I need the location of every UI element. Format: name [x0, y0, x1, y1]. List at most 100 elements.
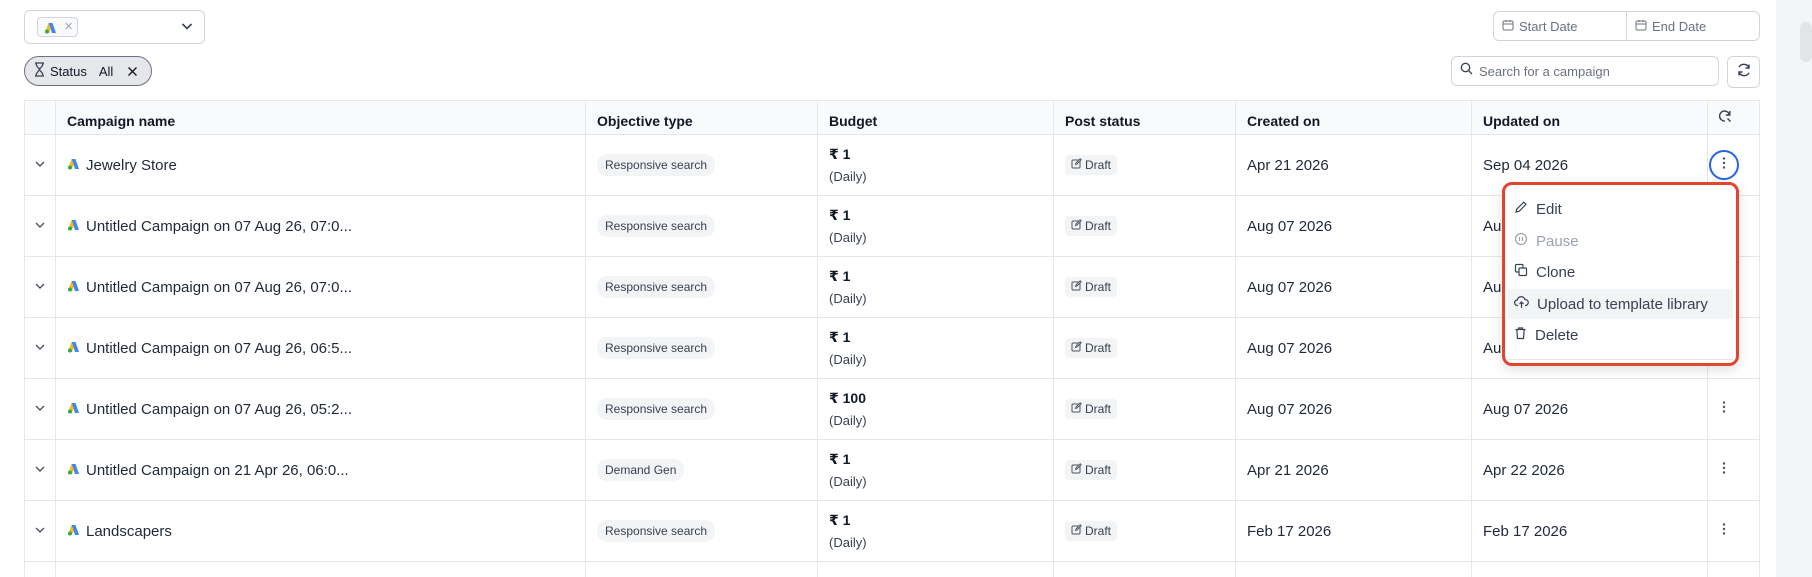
search-icon	[1460, 62, 1473, 80]
platform-chip-google-ads: ✕	[37, 17, 78, 37]
post-status-cell: Draft	[1053, 379, 1235, 439]
chevron-down-icon[interactable]	[33, 462, 47, 481]
search-input[interactable]	[1479, 63, 1709, 79]
status-filter-label: Status	[50, 63, 87, 79]
campaign-name-cell[interactable]: Untitled Campaign on 21 Apr 26, 06:0...	[55, 440, 585, 500]
page-scrollbar[interactable]	[1800, 22, 1812, 62]
table-row[interactable]: Untitled Campaign on 07 Aug 26, 05:2... R…	[25, 379, 1759, 440]
objective-type-cell: Responsive search	[585, 196, 817, 256]
campaign-name-cell[interactable]: Jewelry Store	[55, 135, 585, 195]
post-status-cell: Draft	[1053, 135, 1235, 195]
created-on-cell: Aug 07 2026	[1247, 339, 1333, 357]
objective-badge: Responsive search	[597, 276, 716, 298]
table-header: Campaign name Objective type Budget Post…	[25, 101, 1759, 135]
hourglass-icon	[33, 62, 46, 80]
google-ads-icon	[67, 523, 80, 540]
menu-item-delete[interactable]: Delete	[1508, 320, 1733, 350]
table-row[interactable]: Jewelry Store Responsive search ₹ 1 (Daily)…	[25, 135, 1759, 196]
chevron-down-icon[interactable]	[33, 523, 47, 542]
cloud-upload-icon	[1514, 295, 1529, 313]
google-ads-icon	[44, 21, 57, 39]
campaign-name[interactable]: Untitled Campaign on 07 Aug 26, 07:0...	[86, 279, 352, 296]
created-on-cell: Feb 17 2026	[1247, 522, 1332, 540]
post-status-cell: Draft	[1053, 257, 1235, 317]
status-badge: Draft	[1065, 277, 1118, 297]
menu-item-clone[interactable]: Clone	[1508, 257, 1733, 287]
campaign-name-cell[interactable]: Untitled Campaign on 07 Aug 26, 07:0...	[55, 196, 585, 256]
table-row[interactable]: Untitled Campaign on 07 Aug 26, 07:0... R…	[25, 257, 1759, 318]
campaign-name[interactable]: Untitled Campaign on 07 Aug 26, 05:2...	[86, 401, 352, 418]
column-header-objective-type[interactable]: Objective type	[585, 101, 817, 135]
campaign-name[interactable]: Untitled Campaign on 07 Aug 26, 07:0...	[86, 218, 352, 235]
table-row[interactable]: Untitled Campaign on 21 Apr 26, 06:0... D…	[25, 440, 1759, 501]
post-status-text: Draft	[1085, 402, 1112, 416]
status-badge: Draft	[1065, 521, 1118, 541]
google-ads-icon	[67, 340, 80, 357]
budget-cell: ₹ 1 (Daily)	[817, 257, 1053, 317]
budget-amount: ₹ 1	[829, 329, 851, 345]
pencil-icon	[1514, 200, 1528, 218]
campaign-name[interactable]: Jewelry Store	[86, 157, 177, 174]
start-date-placeholder: Start Date	[1519, 18, 1578, 34]
budget-cell: ₹ 1 (Daily)	[817, 196, 1053, 256]
pause-circle-icon	[1514, 232, 1528, 250]
campaign-name[interactable]: Untitled Campaign on 21 Apr 26, 06:0...	[86, 462, 349, 479]
chevron-down-icon[interactable]	[33, 157, 47, 176]
menu-item-pause[interactable]: Pause	[1508, 226, 1733, 256]
menu-item-label: Delete	[1535, 326, 1579, 344]
status-filter-pill[interactable]: Status All	[24, 56, 152, 86]
menu-item-label: Edit	[1536, 200, 1562, 218]
created-on-cell: Apr 21 2026	[1247, 156, 1329, 174]
more-vertical-icon	[1722, 400, 1726, 419]
row-actions-button[interactable]	[1709, 516, 1739, 546]
date-range-picker[interactable]: Start Date End Date	[1493, 11, 1760, 41]
budget-cell: ₹ 100 (Daily)	[817, 379, 1053, 439]
updated-on-cell: Aug 07 2026	[1483, 400, 1569, 418]
campaign-name-cell[interactable]: Landscapers	[55, 501, 585, 561]
chevron-down-icon[interactable]	[33, 218, 47, 237]
table-row[interactable]: Landscapers Responsive search ₹ 1 (Daily) Dr…	[25, 501, 1759, 562]
row-actions-button[interactable]	[1709, 455, 1739, 485]
campaign-name-cell[interactable]: Untitled Campaign on 07 Aug 26, 05:2...	[55, 379, 585, 439]
budget-amount: ₹ 100	[829, 390, 866, 406]
menu-item-edit[interactable]: Edit	[1508, 194, 1733, 224]
column-header-updated-on[interactable]: Updated on	[1471, 101, 1707, 135]
close-icon[interactable]	[127, 66, 138, 77]
refresh-button[interactable]	[1727, 56, 1760, 88]
google-ads-icon	[67, 157, 80, 174]
chip-remove-icon[interactable]: ✕	[64, 20, 73, 33]
google-ads-icon	[67, 218, 80, 235]
objective-type-cell: Responsive search	[585, 135, 817, 195]
table-row[interactable]: Untitled Campaign on 07 Aug 26, 06:5... R…	[25, 318, 1759, 379]
chevron-down-icon[interactable]	[180, 19, 194, 38]
column-header-campaign-name[interactable]: Campaign name	[55, 101, 585, 135]
row-actions-button[interactable]	[1709, 394, 1739, 424]
status-badge: Draft	[1065, 460, 1118, 480]
menu-item-upload-to-template-library[interactable]: Upload to template library	[1508, 289, 1733, 319]
row-actions-button[interactable]	[1709, 150, 1739, 180]
status-badge: Draft	[1065, 338, 1118, 358]
chevron-down-icon[interactable]	[33, 279, 47, 298]
column-header-created-on[interactable]: Created on	[1235, 101, 1471, 135]
budget-amount: ₹ 1	[829, 207, 851, 223]
post-status-text: Draft	[1085, 524, 1112, 538]
objective-badge: Demand Gen	[597, 459, 685, 481]
column-header-post-status[interactable]: Post status	[1053, 101, 1235, 135]
platform-select[interactable]: ✕	[24, 10, 205, 44]
calendar-icon	[1635, 19, 1647, 34]
edit-square-icon	[1071, 463, 1082, 477]
table-row[interactable]: Untitled Campaign on 07 Aug 26, 07:0... R…	[25, 196, 1759, 257]
campaign-name-cell[interactable]: Untitled Campaign on 07 Aug 26, 06:5...	[55, 318, 585, 378]
end-date-field[interactable]: End Date	[1627, 12, 1760, 40]
campaign-name[interactable]: Untitled Campaign on 07 Aug 26, 06:5...	[86, 340, 352, 357]
campaign-name-cell[interactable]: Untitled Campaign on 07 Aug 26, 07:0...	[55, 257, 585, 317]
start-date-field[interactable]: Start Date	[1494, 12, 1627, 40]
status-badge: Draft	[1065, 155, 1118, 175]
column-settings-icon[interactable]	[1717, 108, 1733, 129]
chevron-down-icon[interactable]	[33, 401, 47, 420]
chevron-down-icon[interactable]	[33, 340, 47, 359]
campaign-name[interactable]: Landscapers	[86, 523, 172, 540]
column-header-budget[interactable]: Budget	[817, 101, 1053, 135]
campaign-search[interactable]	[1451, 56, 1719, 86]
budget-period: (Daily)	[829, 413, 867, 428]
